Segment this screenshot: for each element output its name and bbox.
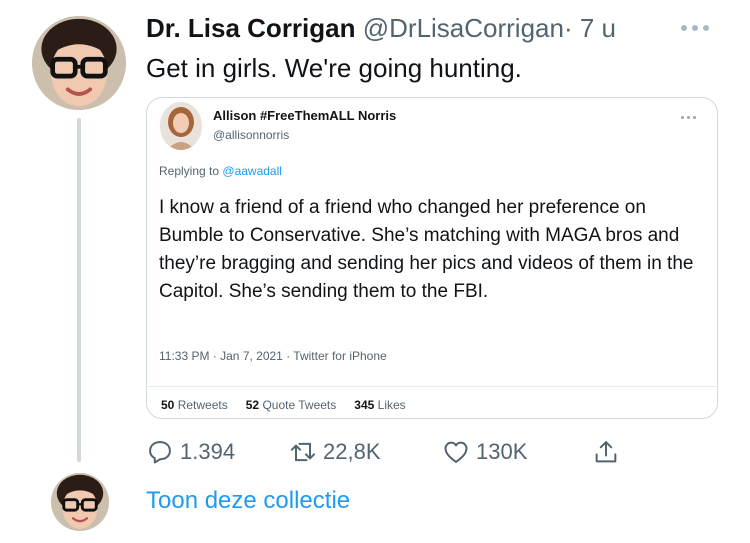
quotes-stat[interactable]: 52 Quote Tweets — [246, 398, 337, 412]
quoted-tweet-meta: 11:33 PM · Jan 7, 2021 · Twitter for iPh… — [159, 349, 387, 363]
quoted-author-avatar[interactable] — [160, 102, 202, 150]
likes-label: Likes — [377, 398, 406, 412]
retweets-stat[interactable]: 50 Retweets — [161, 398, 228, 412]
likes-count: 345 — [354, 398, 375, 412]
reply-icon — [149, 441, 171, 464]
quoted-divider — [147, 386, 717, 387]
replying-to: Replying to @aawadall — [159, 164, 282, 178]
thread-line — [77, 118, 81, 462]
author-avatar[interactable] — [32, 16, 126, 110]
quotes-count: 52 — [245, 398, 260, 412]
retweet-icon — [290, 442, 316, 462]
quoted-author-name[interactable]: Allison #FreeThemALL Norris — [213, 108, 396, 123]
like-count: 130K — [476, 439, 528, 464]
separator-dot: · — [563, 13, 573, 43]
author-name[interactable]: Dr. Lisa Corrigan — [146, 13, 356, 43]
tweet-text: Get in girls. We're going hunting. — [146, 53, 522, 83]
tweet-header: Dr. Lisa Corrigan @DrLisaCorrigan· 7 u — [146, 12, 616, 44]
tweet-actions: 1.394 22,8K 130K — [146, 436, 636, 468]
reply-count: 1.394 — [180, 439, 236, 464]
retweets-label: Retweets — [177, 398, 228, 412]
person-with-glasses-icon — [51, 473, 109, 531]
collection-author-avatar[interactable] — [51, 473, 109, 531]
quotes-label: Quote Tweets — [262, 398, 337, 412]
replying-to-mention[interactable]: @aawadall — [222, 164, 282, 178]
share-button[interactable] — [592, 436, 620, 468]
author-handle[interactable]: @DrLisaCorrigan — [363, 13, 564, 43]
retweets-count: 50 — [161, 398, 175, 412]
quoted-author-handle[interactable]: @allisonnorris — [213, 128, 289, 142]
tweet-timestamp[interactable]: 7 u — [580, 13, 616, 43]
likes-stat[interactable]: 345 Likes — [354, 398, 405, 412]
person-avatar-icon — [160, 102, 202, 150]
reply-button[interactable]: 1.394 — [146, 436, 235, 468]
quoted-tweet-stats: 50 Retweets 52 Quote Tweets 345 Likes — [161, 398, 406, 412]
more-options-icon[interactable] — [681, 22, 715, 34]
quoted-more-options-icon[interactable] — [681, 114, 699, 120]
share-icon — [595, 441, 617, 463]
person-with-glasses-icon — [32, 16, 126, 110]
quoted-tweet-card[interactable]: Allison #FreeThemALL Norris @allisonnorr… — [146, 97, 718, 419]
replying-to-label: Replying to — [159, 164, 220, 178]
show-collection-link[interactable]: Toon deze collectie — [146, 487, 350, 515]
retweet-count: 22,8K — [323, 439, 381, 464]
heart-icon — [444, 441, 468, 463]
quoted-tweet-text: I know a friend of a friend who changed … — [159, 197, 694, 302]
like-button[interactable]: 130K — [442, 436, 527, 468]
retweet-button[interactable]: 22,8K — [289, 436, 381, 468]
